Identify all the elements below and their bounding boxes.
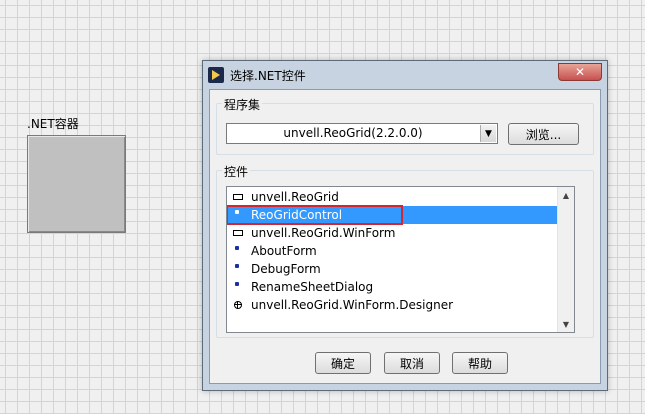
dialog-titlebar[interactable]: 选择.NET控件 ✕ — [203, 61, 607, 89]
control-list: unvell.ReoGrid ReoGridControl unvell.ReoGr… — [227, 188, 557, 314]
assembly-dropdown[interactable]: unvell.ReoGrid(2.2.0.0) ▼ — [226, 123, 498, 144]
cancel-button[interactable]: 取消 — [384, 352, 440, 374]
class-icon — [235, 210, 239, 214]
ok-button[interactable]: 确定 — [315, 352, 371, 374]
control-group-label: 控件 — [222, 163, 251, 180]
class-icon — [235, 246, 239, 250]
list-item-label: ReoGridControl — [251, 208, 343, 222]
list-item[interactable]: RenameSheetDialog — [227, 278, 557, 296]
dialog-client-area: 程序集 unvell.ReoGrid(2.2.0.0) ▼ 浏览... 控件 u… — [209, 89, 601, 384]
control-listbox[interactable]: unvell.ReoGrid ReoGridControl unvell.ReoGr… — [226, 186, 575, 333]
close-button[interactable]: ✕ — [558, 63, 602, 81]
chevron-down-icon[interactable]: ▼ — [480, 125, 496, 142]
list-item[interactable]: AboutForm — [227, 242, 557, 260]
dialog-title: 选择.NET控件 — [230, 69, 306, 83]
browse-button[interactable]: 浏览... — [508, 123, 579, 145]
list-item[interactable]: unvell.ReoGrid — [227, 188, 557, 206]
list-item-label: unvell.ReoGrid.WinForm — [251, 226, 396, 240]
close-icon: ✕ — [574, 65, 586, 79]
list-item-label: DebugForm — [251, 262, 321, 276]
list-item[interactable]: unvell.ReoGrid.WinForm — [227, 224, 557, 242]
list-item-label: AboutForm — [251, 244, 317, 258]
list-item[interactable]: DebugForm — [227, 260, 557, 278]
list-item-label: unvell.ReoGrid — [251, 190, 339, 204]
labview-app-icon — [208, 67, 224, 83]
vertical-scrollbar[interactable]: ▲ ▼ — [557, 187, 574, 332]
namespace-icon — [233, 230, 243, 236]
assembly-dropdown-value: unvell.ReoGrid(2.2.0.0) — [283, 126, 423, 140]
list-item-label: RenameSheetDialog — [251, 280, 374, 294]
list-item-label: unvell.ReoGrid.WinForm.Designer — [251, 298, 454, 312]
select-net-control-dialog: 选择.NET控件 ✕ 程序集 unvell.ReoGrid(2.2.0.0) ▼… — [202, 60, 608, 391]
net-container-control[interactable] — [27, 135, 126, 233]
list-item[interactable]: ReoGridControl — [227, 205, 557, 225]
class-icon — [235, 264, 239, 268]
net-container-label: .NET容器 — [27, 117, 79, 131]
scroll-down-arrow-icon[interactable]: ▼ — [558, 316, 574, 332]
help-button[interactable]: 帮助 — [452, 352, 508, 374]
namespace-icon — [233, 194, 243, 200]
expand-plus-icon[interactable] — [234, 301, 242, 309]
scroll-up-arrow-icon[interactable]: ▲ — [558, 187, 574, 203]
class-icon — [235, 282, 239, 286]
assembly-group-label: 程序集 — [222, 96, 263, 113]
list-item[interactable]: unvell.ReoGrid.WinForm.Designer — [227, 296, 557, 314]
